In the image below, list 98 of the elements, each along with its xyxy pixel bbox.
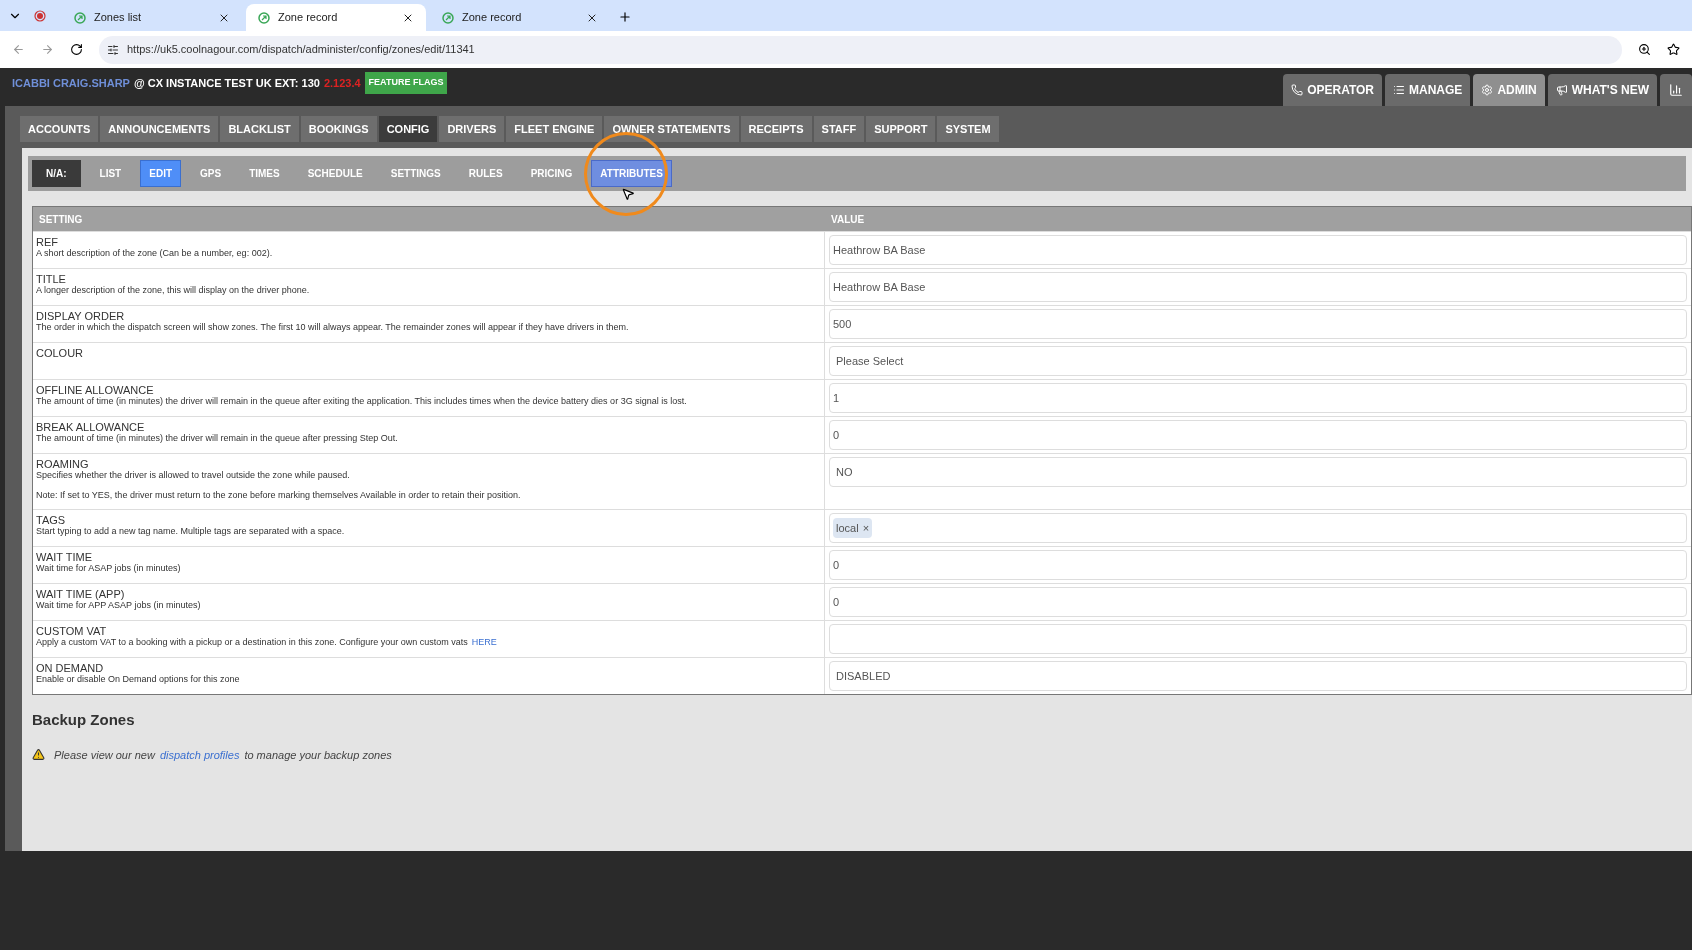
site-icon [74, 11, 86, 24]
nav-tab[interactable]: OWNER STATEMENTS [604, 116, 739, 142]
setting-description: Specifies whether the driver is allowed to travel outside the zone while paused. [36, 470, 350, 481]
nav-tab[interactable]: BLACKLIST [220, 116, 299, 142]
warning-icon [32, 748, 45, 762]
value-select[interactable]: Please Select [829, 346, 1687, 376]
column-header: SETTING [38, 212, 84, 227]
reload-icon[interactable] [70, 43, 83, 56]
setting-description: Start typing to add a new tag name. Multiple tags are separated with a space. [36, 526, 345, 537]
setting-label: WAIT TIME (APP) [36, 588, 126, 600]
nav-tab[interactable]: CONFIG [378, 116, 438, 142]
setting-description: Wait time for APP ASAP jobs (in minutes) [36, 600, 201, 611]
value-select[interactable]: DISABLED [829, 661, 1687, 691]
sub-nav-tab[interactable]: LIST [90, 160, 131, 187]
setting-label: TITLE [36, 273, 67, 285]
sub-nav-tab[interactable]: PRICING [521, 160, 582, 187]
instance-name: @ CX INSTANCE TEST UK EXT: 130 [133, 75, 320, 91]
value-field[interactable]: 500 [829, 309, 1687, 339]
recording-icon [34, 9, 46, 22]
version-number: 2.123.4 [323, 75, 361, 91]
browser-tab[interactable]: Zone record [430, 4, 610, 31]
stats-button[interactable] [1660, 74, 1692, 106]
setting-label: COLOUR [36, 347, 85, 359]
user-name: ICABBI CRAIG.SHARP [12, 75, 130, 91]
site-icon [258, 11, 270, 24]
setting-label: TAGS [36, 514, 67, 526]
header-button[interactable]: OPERATOR [1283, 74, 1383, 106]
nav-tab[interactable]: RECEIPTS [740, 116, 812, 142]
site-settings-icon[interactable] [107, 43, 119, 56]
setting-label: WAIT TIME [36, 551, 94, 563]
sub-nav-tab[interactable]: ATTRIBUTES [591, 160, 672, 187]
new-tab-icon[interactable] [618, 10, 632, 24]
setting-description: The amount of time (in minutes) the driver will remain in the queue after pressing Step Out. [36, 433, 398, 444]
setting-label: OFFLINE ALLOWANCE [36, 384, 155, 396]
tags-field[interactable]: local × [829, 513, 1687, 543]
value-field[interactable]: 1 [829, 383, 1687, 413]
header-button[interactable]: ADMIN [1473, 74, 1545, 106]
back-icon[interactable] [12, 43, 25, 56]
backup-message: to manage your backup zones [244, 747, 392, 763]
value-select[interactable]: NO [829, 457, 1687, 487]
megaphone-icon [1555, 84, 1568, 96]
here-link[interactable]: HERE [471, 637, 497, 648]
remove-tag-button[interactable]: × [862, 519, 870, 537]
nav-tab[interactable]: SUPPORT [866, 116, 936, 142]
setting-description: Apply a custom VAT to a booking with a pickup or a destination in this zone. Configure your own custom vats [36, 637, 468, 648]
setting-label: ON DEMAND [36, 662, 105, 674]
sub-nav-tab[interactable]: RULES [459, 160, 512, 187]
sub-nav-tab[interactable]: EDIT [140, 160, 181, 187]
nav-tab[interactable]: STAFF [813, 116, 865, 142]
nav-tab[interactable]: DRIVERS [439, 116, 505, 142]
sub-nav-tab[interactable]: GPS [191, 160, 231, 187]
value-field[interactable]: 0 [829, 550, 1687, 580]
nav-tab[interactable]: ACCOUNTS [20, 116, 99, 142]
browser-tab[interactable]: Zones list [62, 4, 242, 31]
setting-description: A longer description of the zone, this will display on the driver phone. [36, 285, 310, 296]
sub-nav-prefix: N/A: [32, 160, 81, 187]
list-icon [1393, 84, 1406, 96]
nav-tab[interactable]: ANNOUNCEMENTS [100, 116, 219, 142]
address-bar[interactable]: https://uk5.coolnagour.com/dispatch/administer/config/zones/edit/11341 [99, 35, 1622, 64]
value-field[interactable]: 0 [829, 587, 1687, 617]
feature-flags-button[interactable]: FEATURE FLAGS [364, 72, 448, 94]
value-field[interactable]: 0 [829, 420, 1687, 450]
browser-tab[interactable]: Zone record [246, 4, 426, 31]
tag-chip: local × [833, 517, 873, 539]
header-button[interactable]: WHAT'S NEW [1547, 74, 1657, 106]
zoom-icon[interactable] [1638, 43, 1651, 56]
gear-icon [1481, 84, 1494, 96]
value-field[interactable]: Heathrow BA Base [829, 272, 1687, 302]
value-field[interactable] [829, 624, 1687, 654]
nav-tab[interactable]: FLEET ENGINE [506, 116, 603, 142]
phone-icon [1291, 84, 1304, 96]
setting-description: The amount of time (in minutes) the driver will remain in the queue after exiting the application. This includes times when the device battery dies or 3G signal is lost. [36, 396, 687, 407]
setting-label: CUSTOM VAT [36, 625, 108, 637]
nav-tab[interactable]: BOOKINGS [300, 116, 377, 142]
setting-note: Note: If set to YES, the driver must return to the zone before marking themselves Available in order to retain their position. [36, 490, 522, 501]
column-header: VALUE [830, 212, 866, 227]
setting-label: BREAK ALLOWANCE [36, 421, 146, 433]
backup-message: Please view our new [54, 747, 155, 763]
nav-tab[interactable]: SYSTEM [937, 116, 999, 142]
sub-nav-tab[interactable]: SCHEDULE [298, 160, 372, 187]
sub-nav-tab[interactable]: TIMES [240, 160, 289, 187]
site-icon [442, 11, 454, 24]
dispatch-profiles-link[interactable]: dispatch profiles [159, 746, 240, 763]
section-title: Backup Zones [32, 710, 136, 730]
sub-nav-tab[interactable]: SETTINGS [381, 160, 450, 187]
bookmark-icon[interactable] [1667, 43, 1680, 56]
forward-icon[interactable] [41, 43, 54, 56]
setting-label: DISPLAY ORDER [36, 310, 126, 322]
setting-description: Enable or disable On Demand options for this zone [36, 674, 240, 685]
setting-description: The order in which the dispatch screen will show zones. The first 10 will always appear. The remainder zones will appear if they have drivers in them. [36, 322, 629, 333]
setting-label: ROAMING [36, 458, 90, 470]
setting-description: A short description of the zone (Can be a number, eg: 002). [36, 248, 273, 259]
setting-description: Wait time for ASAP jobs (in minutes) [36, 563, 181, 574]
setting-label: REF [36, 236, 59, 248]
value-field[interactable]: Heathrow BA Base [829, 235, 1687, 265]
header-button[interactable]: MANAGE [1385, 74, 1471, 106]
cursor-icon [621, 187, 636, 201]
bar-chart-icon [1669, 83, 1683, 97]
